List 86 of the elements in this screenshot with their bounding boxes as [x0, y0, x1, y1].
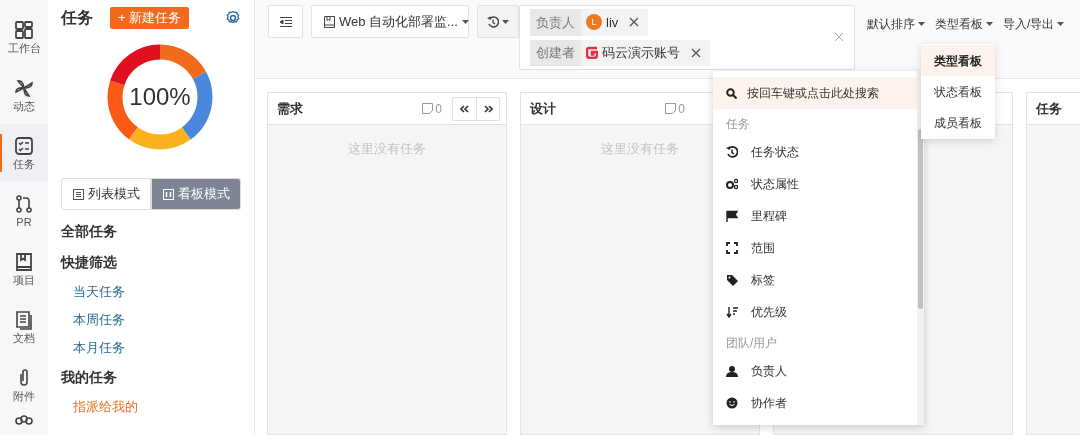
filter-label: 负责人: [530, 9, 581, 36]
history-icon: [487, 15, 499, 28]
filter-option[interactable]: 协作者: [713, 387, 917, 419]
board-icon: [162, 188, 174, 200]
rail-item[interactable]: 项目: [0, 240, 48, 298]
group-header: 团队/用户: [726, 335, 778, 352]
grid-icon: [14, 20, 34, 40]
rail-item[interactable]: 附件: [0, 356, 48, 414]
remove-filter-button[interactable]: [691, 47, 701, 58]
sidebar-title: 任务: [61, 8, 93, 28]
filter-value: 码云演示账号: [602, 44, 680, 62]
book-icon: [324, 15, 335, 28]
scrollbar-thumb[interactable]: [918, 129, 923, 309]
toolbar-menu[interactable]: 默认排序: [867, 15, 925, 33]
view-mode-tab[interactable]: 看板模式: [151, 178, 241, 210]
filter-link[interactable]: 本月任务: [73, 338, 125, 358]
filter-link[interactable]: 当天任务: [73, 282, 125, 302]
progress-percentage: 100%: [129, 82, 191, 112]
card-icon: [665, 103, 677, 114]
toolbar-menu[interactable]: 导入/导出: [1003, 15, 1065, 33]
group-header: 任务: [726, 116, 750, 133]
user-icon: [726, 365, 738, 377]
chevrons-right-icon: [483, 104, 493, 113]
document-icon: [14, 310, 34, 330]
filter-value: liv: [606, 13, 619, 32]
filter-option[interactable]: 状态属性: [713, 168, 917, 200]
expand-icon: [726, 242, 738, 254]
filter-box[interactable]: 负责人 L liv 创建者 码云演示账号: [519, 5, 855, 70]
section-heading: 快捷筛选: [61, 253, 117, 272]
project-select[interactable]: Web 自动化部署监...: [311, 5, 469, 38]
flag-icon: [726, 210, 738, 222]
settings-icon: [225, 10, 241, 26]
search-icon: [726, 87, 737, 99]
filter-link[interactable]: 本周任务: [73, 310, 125, 330]
list-icon: [72, 188, 84, 200]
checklist-icon: [14, 136, 34, 156]
tag-icon: [726, 274, 738, 286]
filter-option[interactable]: 里程碑: [713, 200, 917, 232]
column-title: 任务: [1036, 99, 1062, 118]
caret-icon: [1057, 22, 1065, 26]
close-icon: [629, 17, 640, 28]
task-count: 0: [665, 99, 685, 118]
logo-icon: [586, 46, 598, 60]
column-title: 设计: [530, 99, 556, 118]
chevrons-left-icon: [460, 104, 469, 113]
view-mode-tab[interactable]: 列表模式: [61, 178, 151, 210]
filter-label: 创建者: [530, 39, 581, 66]
search-option[interactable]: 按回车键或点击此处搜索: [713, 77, 917, 109]
board-type-option[interactable]: 状态看板: [921, 76, 995, 107]
history-button[interactable]: [477, 5, 519, 38]
sort-icon: [726, 306, 738, 318]
book-icon: [14, 252, 34, 272]
rail-item[interactable]: 工作台: [0, 8, 48, 66]
section-heading: 我的任务: [61, 368, 117, 387]
caret-icon: [461, 19, 469, 24]
board-type-option[interactable]: 类型看板: [921, 45, 995, 76]
filter-option[interactable]: 任务状态: [713, 136, 917, 168]
rail-item[interactable]: 动态: [0, 66, 48, 124]
board-type-option[interactable]: 成员看板: [921, 107, 995, 138]
close-icon: [691, 47, 701, 58]
team-icon: [14, 415, 34, 425]
column-title: 需求: [277, 99, 303, 118]
rail-item[interactable]: PR: [0, 182, 48, 240]
smiley-icon: [726, 397, 738, 409]
caret-icon: [502, 19, 509, 24]
caret-icon: [986, 22, 993, 26]
collapse-sidebar-button[interactable]: [268, 5, 303, 38]
gears-icon: [726, 178, 738, 190]
close-icon: [834, 32, 844, 42]
filter-option[interactable]: 负责人: [713, 355, 917, 387]
toolbar-menu[interactable]: 类型看板: [935, 15, 993, 33]
avatar: L: [586, 14, 602, 31]
branch-icon: [14, 194, 34, 214]
filter-option[interactable]: 范围: [713, 232, 917, 264]
rail-item[interactable]: 任务: [0, 124, 48, 182]
rail-item[interactable]: 文档: [0, 298, 48, 356]
history-icon: [726, 146, 738, 158]
task-count: 0: [422, 99, 442, 118]
filter-option[interactable]: 标签: [713, 264, 917, 296]
section-heading: 全部任务: [61, 222, 117, 241]
card-icon: [422, 103, 434, 114]
caret-icon: [918, 22, 925, 26]
outdent-icon: [279, 16, 292, 27]
remove-filter-button[interactable]: [629, 17, 640, 28]
filter-option[interactable]: 优先级: [713, 296, 917, 328]
pinwheel-icon: [14, 78, 34, 98]
